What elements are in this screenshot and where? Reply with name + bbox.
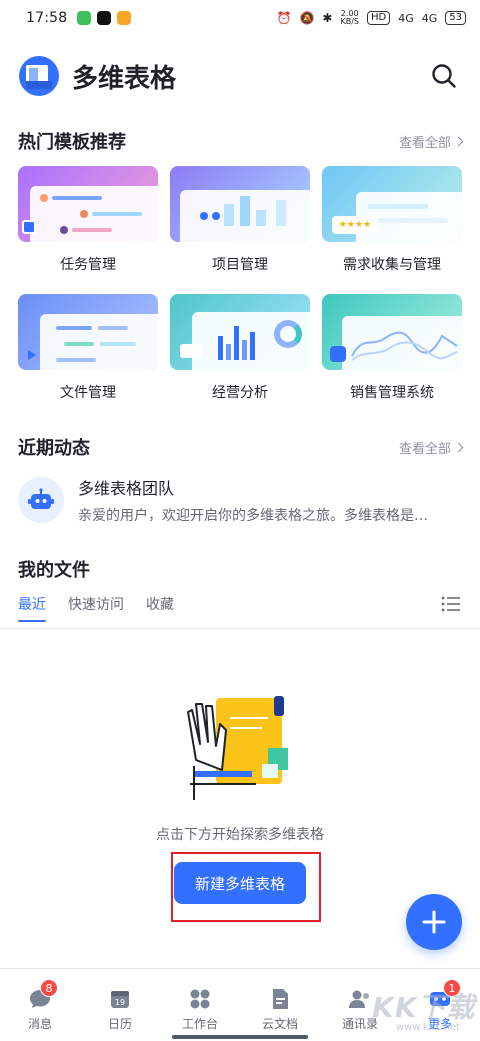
plus-icon: [422, 910, 446, 934]
battery-icon: 53: [445, 11, 466, 25]
nav-label: 日历: [107, 1017, 132, 1031]
signal-icon-2: 4G: [421, 11, 438, 25]
net-speed: 2.00 KB/S: [340, 9, 359, 26]
template-thumbnail: [18, 166, 158, 242]
nav-item-calendar[interactable]: 19 日历: [80, 969, 160, 1041]
app-header: 多维表格: [18, 50, 462, 102]
recent-view-all-link[interactable]: 查看全部: [398, 438, 464, 457]
templates-view-all-link[interactable]: 查看全部: [398, 132, 464, 151]
weibo-icon: [117, 11, 132, 25]
templates-title: 热门模板推荐: [18, 132, 126, 153]
tab-favorites[interactable]: 收藏: [146, 594, 174, 622]
watermark-logo: KK下载: [372, 991, 476, 1024]
file-tabs: 最近 快速访问 收藏: [18, 594, 462, 628]
list-view-button[interactable]: [440, 594, 462, 614]
templates-header: 热门模板推荐 查看全部: [18, 128, 464, 154]
search-button[interactable]: [426, 58, 462, 94]
status-time: 17:58: [26, 10, 68, 26]
rating-stars: ★★★★: [332, 216, 378, 234]
svg-text:19: 19: [115, 998, 125, 1007]
contacts-icon: [349, 990, 369, 1008]
nav-label: 云文档: [261, 1017, 298, 1031]
chevron-right-icon: [453, 136, 464, 146]
template-card-business-analysis[interactable]: 经营分析: [170, 294, 310, 402]
calendar-icon: 19: [111, 991, 129, 1008]
nav-label: 工作台: [181, 1017, 218, 1031]
apps-grid-icon: [190, 989, 210, 1009]
pointer-icon: [28, 350, 36, 360]
nav-item-docs[interactable]: 云文档: [240, 969, 320, 1041]
tab-quick-access[interactable]: 快速访问: [68, 594, 124, 622]
signal-icon-1: 4G: [398, 11, 414, 25]
home-indicator: [172, 1035, 308, 1039]
template-label: 需求收集与管理: [343, 257, 441, 273]
template-label: 任务管理: [60, 257, 116, 273]
status-bar: 17:58 ⏰ 🔕 ✱ 2.00 KB/S HD 4G 4G 53: [0, 0, 480, 36]
recent-header: 近期动态 查看全部: [18, 434, 464, 460]
template-thumbnail: [322, 294, 462, 370]
template-card-requirements[interactable]: ★★★★ 需求收集与管理: [322, 166, 462, 274]
hd-indicator: HD: [366, 11, 391, 25]
tiktok-icon: [97, 11, 112, 25]
tabs-divider: [0, 628, 480, 629]
view-all-label: 查看全部: [398, 135, 451, 151]
mute-icon: 🔕: [299, 11, 315, 25]
recent-item[interactable]: 多维表格团队 亲爱的用户，欢迎开启你的多维表格之旅。多维表格是…: [18, 472, 462, 528]
recent-item-title: 多维表格团队: [78, 479, 175, 498]
chevron-right-icon: [453, 442, 464, 452]
mini-card: [180, 344, 202, 358]
template-label: 销售管理系统: [350, 385, 434, 401]
template-label: 文件管理: [60, 385, 116, 401]
nav-label: 消息: [27, 1017, 52, 1031]
create-base-button[interactable]: 新建多维表格: [174, 862, 306, 904]
template-thumbnail: [18, 294, 158, 370]
empty-state-illustration: [182, 690, 298, 808]
template-grid: 任务管理 项目管理 ★★★★ 需求收集与管理 文件管理 经营分析 销售管理系统: [18, 166, 462, 402]
cloud-doc-icon: [273, 989, 288, 1009]
play-icon: [330, 346, 346, 362]
template-thumbnail: [170, 294, 310, 370]
template-card-task[interactable]: 任务管理: [18, 166, 158, 274]
notification-icons: [77, 11, 132, 25]
messages-badge: 8: [40, 979, 58, 997]
recent-item-desc: 亲爱的用户，欢迎开启你的多维表格之旅。多维表格是…: [78, 508, 428, 524]
nav-item-workplace[interactable]: 工作台: [160, 969, 240, 1041]
template-thumbnail: [170, 166, 310, 242]
add-fab-button[interactable]: [406, 894, 462, 950]
tab-recent[interactable]: 最近: [18, 594, 46, 622]
robot-avatar-icon: [18, 477, 64, 523]
my-files-title: 我的文件: [18, 560, 90, 581]
page-title: 多维表格: [72, 63, 177, 94]
empty-state-text: 点击下方开始探索多维表格: [156, 827, 324, 843]
template-label: 项目管理: [212, 257, 268, 273]
template-card-sales[interactable]: 销售管理系统: [322, 294, 462, 402]
wechat-icon: [77, 11, 92, 25]
my-files-header: 我的文件: [18, 556, 462, 582]
search-icon: [432, 64, 456, 88]
template-label: 经营分析: [212, 385, 268, 401]
template-thumbnail: ★★★★: [322, 166, 462, 242]
recent-title: 近期动态: [18, 438, 90, 459]
template-card-file[interactable]: 文件管理: [18, 294, 158, 402]
bluetooth-icon: ✱: [322, 11, 333, 25]
alarm-icon: ⏰: [276, 11, 292, 25]
watermark-url: www.kkx.net: [396, 1022, 460, 1033]
view-all-label: 查看全部: [398, 441, 451, 457]
list-icon: [441, 596, 460, 612]
app-logo-icon: [18, 55, 60, 97]
template-card-project[interactable]: 项目管理: [170, 166, 310, 274]
nav-item-messages[interactable]: 8 消息: [0, 969, 80, 1041]
